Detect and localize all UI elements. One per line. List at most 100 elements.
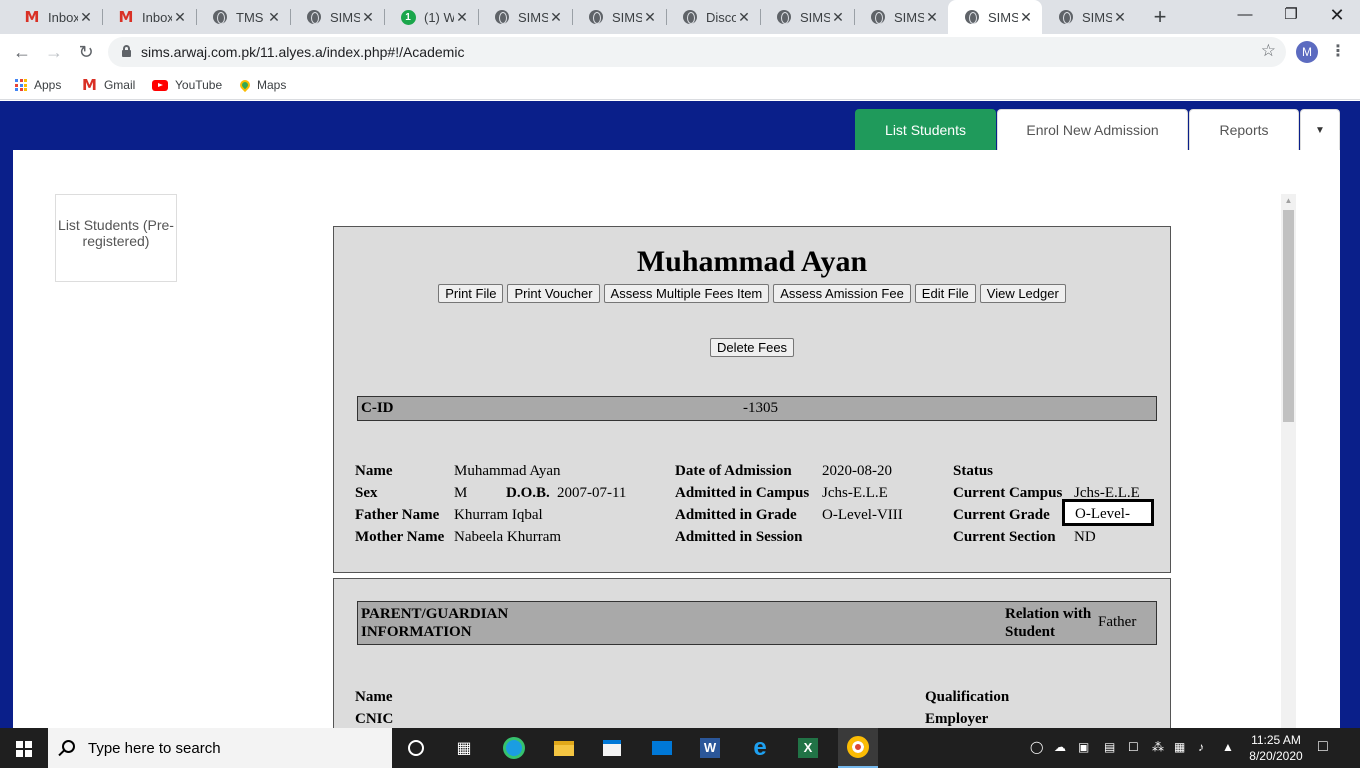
tab-title: SIMS bbox=[612, 9, 642, 25]
view-ledger-button[interactable]: View Ledger bbox=[979, 284, 1066, 303]
restore-button[interactable]: ❐ bbox=[1268, 0, 1314, 30]
clock-date: 8/20/2020 bbox=[1249, 749, 1303, 763]
address-bar[interactable]: sims.arwaj.com.pk/11.alyes.a/index.php#!… bbox=[108, 37, 1286, 67]
globe-icon bbox=[212, 9, 228, 25]
assess-multiple-fees-button[interactable]: Assess Multiple Fees Item bbox=[603, 284, 770, 303]
browser-tab[interactable]: SIMS ✕ bbox=[478, 0, 572, 34]
scroll-up-arrow-icon[interactable]: ▲ bbox=[1281, 194, 1296, 208]
close-tab-icon[interactable]: ✕ bbox=[642, 9, 658, 26]
assess-admission-fee-button[interactable]: Assess Amission Fee bbox=[773, 284, 911, 303]
browser-tab[interactable]: M Inbox ✕ bbox=[8, 0, 102, 34]
parent-guardian-panel: PARENT/GUARDIAN INFORMATION Relation wit… bbox=[333, 578, 1171, 728]
delete-fees-button[interactable]: Delete Fees bbox=[709, 338, 795, 357]
clock[interactable]: 11:25 AM 8/20/2020 bbox=[1246, 732, 1306, 764]
bookmark-apps[interactable]: Apps bbox=[15, 76, 61, 94]
close-tab-icon[interactable]: ✕ bbox=[1018, 9, 1034, 26]
new-tab-button[interactable]: + bbox=[1148, 4, 1172, 30]
wifi-icon[interactable]: ▲ bbox=[1222, 740, 1234, 754]
browser-tab[interactable]: 1 (1) W ✕ bbox=[384, 0, 478, 34]
browser-menu-icon[interactable]: ⋮ bbox=[1330, 39, 1346, 65]
display-icon[interactable]: ▣ bbox=[1078, 740, 1089, 754]
name-value: Muhammad Ayan bbox=[454, 463, 561, 479]
bookmark-star-icon[interactable]: ☆ bbox=[1261, 41, 1276, 61]
close-tab-icon[interactable]: ✕ bbox=[360, 9, 376, 26]
close-tab-icon[interactable]: ✕ bbox=[736, 9, 752, 26]
date-of-admission-label: Date of Admission bbox=[675, 463, 792, 479]
current-campus-label: Current Campus bbox=[953, 485, 1063, 501]
bookmark-label: YouTube bbox=[175, 78, 223, 92]
close-tab-icon[interactable]: ✕ bbox=[924, 9, 940, 26]
bookmark-youtube[interactable]: YouTube bbox=[152, 76, 222, 94]
profile-avatar[interactable]: M bbox=[1296, 41, 1318, 63]
delete-button-row: Delete Fees bbox=[334, 338, 1170, 357]
network-off-icon[interactable]: ☐ bbox=[1128, 740, 1139, 754]
tab-title: TMS bbox=[236, 9, 264, 25]
browser-tab[interactable]: TMS ✕ bbox=[196, 0, 290, 34]
mail-icon[interactable] bbox=[650, 736, 674, 760]
reload-button[interactable]: ↻ bbox=[72, 38, 100, 66]
browser-tab[interactable]: SIMS ✕ bbox=[948, 0, 1042, 34]
close-tab-icon[interactable]: ✕ bbox=[78, 9, 94, 26]
internet-explorer-icon[interactable]: e bbox=[748, 734, 772, 761]
url-text[interactable]: sims.arwaj.com.pk/11.alyes.a/index.php#!… bbox=[141, 44, 464, 60]
bookmark-gmail[interactable]: M Gmail bbox=[82, 76, 135, 94]
tab-title: Disco bbox=[706, 9, 736, 25]
bookmark-maps[interactable]: Maps bbox=[237, 76, 286, 94]
skype-icon[interactable]: ◯ bbox=[1030, 740, 1043, 754]
scrollbar-thumb[interactable] bbox=[1283, 210, 1294, 422]
browser-tab[interactable]: SIMS ✕ bbox=[854, 0, 948, 34]
current-grade-select[interactable]: O-Level- bbox=[1062, 499, 1154, 526]
clock-time: 11:25 AM bbox=[1251, 733, 1301, 747]
close-tab-icon[interactable]: ✕ bbox=[454, 9, 470, 26]
print-file-button[interactable]: Print File bbox=[438, 284, 504, 303]
close-tab-icon[interactable]: ✕ bbox=[172, 9, 188, 26]
mother-name-label: Mother Name bbox=[355, 529, 445, 545]
edge-icon[interactable] bbox=[502, 736, 526, 760]
list-students-preregistered-link[interactable]: List Students (Pre-registered) bbox=[55, 194, 177, 282]
relation-value: Father bbox=[1098, 614, 1137, 630]
close-tab-icon[interactable]: ✕ bbox=[548, 9, 564, 26]
globe-icon bbox=[964, 9, 980, 25]
edit-file-button[interactable]: Edit File bbox=[914, 284, 976, 303]
back-button[interactable]: ← bbox=[8, 38, 36, 66]
onedrive-icon[interactable]: ☁ bbox=[1054, 740, 1066, 754]
minimize-button[interactable]: — bbox=[1222, 0, 1268, 30]
language-icon[interactable]: ▦ bbox=[1174, 740, 1185, 754]
chrome-icon[interactable] bbox=[838, 728, 878, 768]
file-explorer-icon[interactable] bbox=[552, 736, 576, 760]
globe-icon bbox=[1058, 9, 1074, 25]
close-tab-icon[interactable]: ✕ bbox=[1112, 9, 1128, 26]
print-voucher-button[interactable]: Print Voucher bbox=[507, 284, 600, 303]
tab-enrol-new-admission[interactable]: Enrol New Admission bbox=[997, 109, 1188, 150]
tab-list-students[interactable]: List Students bbox=[855, 109, 996, 150]
tab-title: SIMS bbox=[988, 9, 1018, 25]
browser-tab[interactable]: M Inbox ✕ bbox=[102, 0, 196, 34]
browser-tab[interactable]: SIMS ✕ bbox=[290, 0, 384, 34]
close-tab-icon[interactable]: ✕ bbox=[830, 9, 846, 26]
content-scrollbar[interactable]: ▲ bbox=[1281, 194, 1296, 728]
father-name-label: Father Name bbox=[355, 507, 440, 523]
volume-icon[interactable]: ♪ bbox=[1198, 740, 1204, 754]
close-tab-icon[interactable]: ✕ bbox=[266, 9, 282, 26]
notification-icon[interactable]: □ bbox=[1318, 738, 1328, 756]
browser-tab[interactable]: SIMS ✕ bbox=[1042, 0, 1136, 34]
browser-tab[interactable]: SIMS ✕ bbox=[760, 0, 854, 34]
browser-tab[interactable]: SIMS ✕ bbox=[572, 0, 666, 34]
monitor-icon[interactable]: ▤ bbox=[1104, 740, 1115, 754]
tab-reports[interactable]: Reports bbox=[1189, 109, 1299, 150]
cortana-icon[interactable] bbox=[404, 736, 428, 760]
word-icon[interactable]: W bbox=[698, 736, 722, 760]
task-view-icon[interactable]: ▦ bbox=[452, 736, 476, 760]
nav-dropdown-button[interactable]: ▼ bbox=[1300, 109, 1340, 150]
taskbar-search-box[interactable]: Type here to search bbox=[48, 728, 392, 768]
forward-button[interactable]: → bbox=[40, 38, 68, 66]
globe-icon bbox=[870, 9, 886, 25]
gmail-icon: M bbox=[118, 8, 134, 26]
bluetooth-icon[interactable]: ⁂ bbox=[1152, 740, 1164, 754]
close-window-button[interactable]: ✕ bbox=[1314, 0, 1360, 30]
mother-name-value: Nabeela Khurram bbox=[454, 529, 562, 545]
excel-icon[interactable]: X bbox=[796, 736, 820, 760]
browser-tab[interactable]: Disco ✕ bbox=[666, 0, 760, 34]
windows-start-icon[interactable] bbox=[16, 741, 32, 757]
store-icon[interactable] bbox=[600, 736, 624, 760]
